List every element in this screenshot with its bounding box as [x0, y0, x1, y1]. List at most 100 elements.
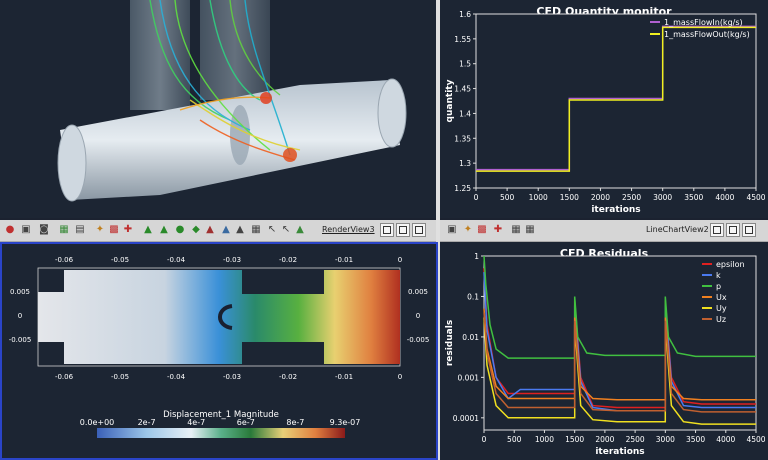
legend-entry: epsilon	[716, 260, 745, 269]
x-tick-label: 3500	[684, 193, 703, 202]
x-tick-label: 0	[482, 435, 487, 444]
x-tick-label: 1000	[535, 435, 554, 444]
split-vertical-button[interactable]	[396, 223, 410, 237]
slice-y-tick-right: 0	[416, 312, 420, 320]
y-tick-label: 1.55	[454, 35, 471, 44]
x-tick-label: 3000	[653, 193, 672, 202]
select-polygon-icon[interactable]: ✚	[492, 224, 504, 236]
maximize-button[interactable]	[742, 223, 756, 237]
split-horizontal-button[interactable]	[710, 223, 724, 237]
slice-x-tick-bottom: -0.02	[279, 373, 297, 381]
x-axis-label: iterations	[591, 205, 640, 215]
plot-area	[475, 13, 757, 189]
slice-y-tick-left: -0.005	[9, 336, 32, 344]
x-tick-label: 3500	[686, 435, 705, 444]
y-tick-label: 1.4	[459, 109, 471, 118]
clear-selection-icon[interactable]: ▲	[204, 224, 216, 236]
slice-x-tick-top: -0.02	[279, 256, 297, 264]
pick-cell-icon[interactable]: ↖	[280, 224, 292, 236]
y-tick-label: 1.35	[454, 134, 471, 143]
legend-entry: 1_massFlowOut(kg/s)	[664, 30, 750, 39]
select-surface-icon[interactable]: ▲	[158, 224, 170, 236]
x-tick-label: 1000	[529, 193, 548, 202]
interact-icon[interactable]: ✦	[94, 224, 106, 236]
legend-entry: Ux	[716, 293, 727, 302]
slice-x-tick-top: 0	[398, 256, 402, 264]
y-tick-label: 0.001	[458, 373, 480, 382]
x-tick-label: 1500	[560, 193, 579, 202]
quantity-monitor-chart[interactable]: CFD Quantity monitor 0 500 1000 1500 2000 2500…	[440, 0, 768, 218]
y-tick-label: 0.0001	[453, 414, 479, 423]
colorbar-label: 4e-7	[187, 418, 205, 427]
x-tick-label: 1500	[565, 435, 584, 444]
y-tick-label: 1.25	[454, 184, 471, 193]
split-horizontal-button[interactable]	[380, 223, 394, 237]
x-tick-label: 2000	[595, 435, 614, 444]
ruler-icon[interactable]: ▲	[294, 224, 306, 236]
x-tick-label: 0	[474, 193, 479, 202]
clear-selection-icon[interactable]: ▦	[510, 224, 522, 236]
render-view-3d[interactable]	[0, 0, 436, 218]
y-axis-label: residuals	[445, 320, 455, 366]
legend-entry: Uz	[716, 315, 726, 324]
view-label: LineChartView2	[646, 225, 709, 234]
x-tick-label: 2500	[622, 193, 641, 202]
slice-x-tick-top: -0.05	[111, 256, 129, 264]
slice-x-tick-bottom: -0.05	[111, 373, 129, 381]
colorbar-label: 8e-7	[286, 418, 304, 427]
slice-y-tick-right: -0.005	[407, 336, 430, 344]
pick-point-icon[interactable]: ↖	[266, 224, 278, 236]
chart-view-toolbar: ▣ ✦ ▩ ✚ ▦ ▦ LineChartView2	[440, 220, 768, 242]
y-tick-label: 0.01	[462, 333, 479, 342]
screenshot-icon[interactable]: ▣	[20, 224, 32, 236]
hover-cells-icon[interactable]: ▲	[234, 224, 246, 236]
pipe-render	[57, 0, 407, 202]
legend-entry: p	[716, 282, 721, 291]
camera-icon[interactable]: ◙	[38, 224, 50, 236]
residuals-chart[interactable]: CFD Residuals 0 500 1000 1500 2000 2500 3000 350…	[440, 242, 768, 460]
select-polygon-icon[interactable]: ✚	[122, 224, 134, 236]
slice-x-tick-bottom: -0.06	[55, 373, 74, 381]
x-tick-label: 500	[500, 193, 515, 202]
shrink-selection-icon[interactable]: ◆	[190, 224, 202, 236]
select-block-icon[interactable]: ▲	[142, 224, 154, 236]
screenshot-icon[interactable]: ▣	[446, 224, 458, 236]
x-tick-label: 4500	[746, 193, 765, 202]
colorbar-title: Displacement_1 Magnitude	[163, 410, 279, 420]
legend-entry: 1_massFlowIn(kg/s)	[664, 18, 743, 27]
x-tick-label: 500	[507, 435, 522, 444]
slice-x-tick-bottom: -0.01	[335, 373, 353, 381]
split-vertical-button[interactable]	[726, 223, 740, 237]
y-tick-label: 1.45	[454, 85, 471, 94]
select-points-icon[interactable]: ▩	[476, 224, 488, 236]
slice-render: -0.06 -0.06 -0.05 -0.05 -0.04 -0.04 -0.03 -0.03…	[9, 256, 430, 438]
slice-x-tick-bottom: -0.03	[223, 373, 241, 381]
render-view-toolbar: ● ▣ ◙ ▦ ▤ ✦ ▩ ✚ ▲ ▲ ● ◆ ▲ ▲ ▲ ▦ ↖ ↖ ▲ Re…	[0, 220, 436, 242]
x-tick-label: 2500	[626, 435, 645, 444]
extract-selection-icon[interactable]: ▦	[250, 224, 262, 236]
colorbar-label: 9.3e-07	[330, 418, 361, 427]
y-axis-label: quantity	[445, 79, 455, 122]
y-tick-label: 1.3	[459, 159, 471, 168]
grow-selection-icon[interactable]: ●	[174, 224, 186, 236]
slice-y-tick-right: 0.005	[408, 288, 428, 296]
slice-x-tick-top: -0.03	[223, 256, 241, 264]
x-tick-label: 2000	[591, 193, 610, 202]
camera-reset-icon[interactable]: ●	[4, 224, 16, 236]
settings-icon[interactable]: ▦	[524, 224, 536, 236]
y-tick-label: 1.5	[459, 60, 471, 69]
select-points-icon[interactable]: ▤	[74, 224, 86, 236]
select-frustum-icon[interactable]: ▩	[108, 224, 120, 236]
y-tick-label: 1.6	[459, 10, 471, 19]
colorbar-label: 2e-7	[138, 418, 156, 427]
x-axis-label: iterations	[595, 447, 644, 457]
x-tick-label: 3000	[656, 435, 675, 444]
maximize-button[interactable]	[412, 223, 426, 237]
render-view-slice[interactable]: -0.06 -0.06 -0.05 -0.05 -0.04 -0.04 -0.03 -0.03…	[0, 242, 438, 460]
view-label: RenderView3	[322, 225, 375, 234]
x-tick-label: 4000	[716, 435, 735, 444]
select-cells-icon[interactable]: ▦	[58, 224, 70, 236]
interact-icon[interactable]: ✦	[462, 224, 474, 236]
hover-points-icon[interactable]: ▲	[220, 224, 232, 236]
slice-x-tick-top: -0.06	[55, 256, 74, 264]
